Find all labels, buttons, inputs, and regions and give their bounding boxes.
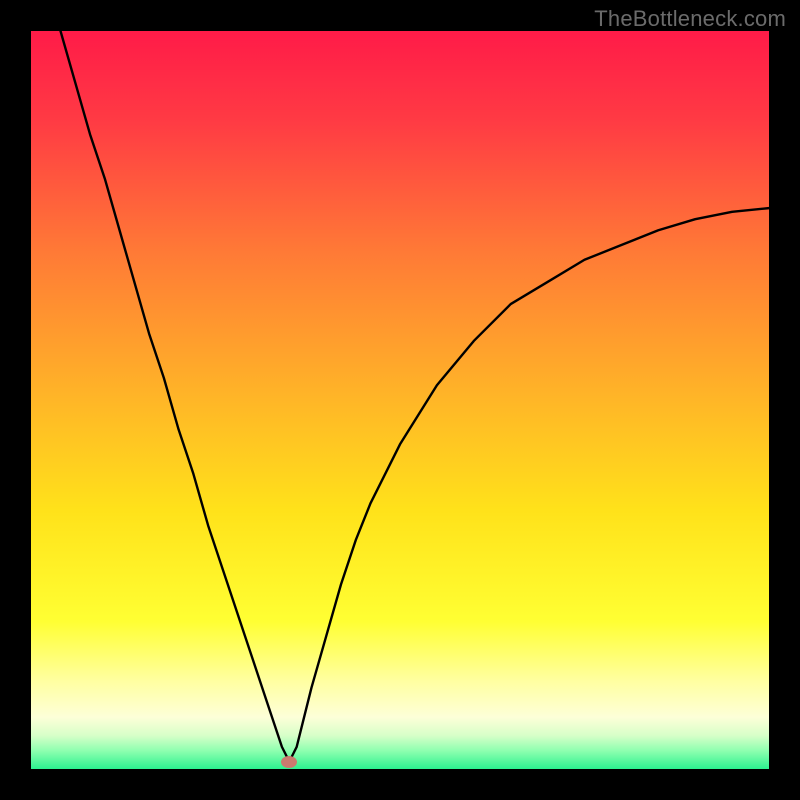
optimum-marker [281, 756, 297, 768]
plot-area [31, 31, 769, 769]
chart-stage: TheBottleneck.com [0, 0, 800, 800]
bottleneck-curve [31, 31, 769, 769]
watermark-text: TheBottleneck.com [594, 6, 786, 32]
